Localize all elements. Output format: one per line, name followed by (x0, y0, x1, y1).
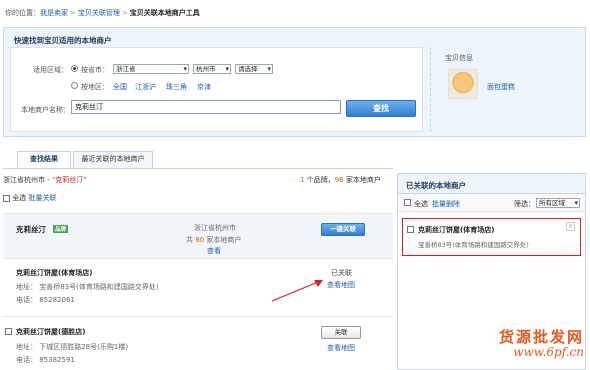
product-link[interactable]: 面包蛋糕 (487, 82, 515, 92)
area-link-jiangzhehu[interactable]: 江浙沪 (135, 82, 156, 92)
brand-row: 克莉丝汀 品牌 浙江省杭州市 共 80 家本地商户 查看 一键关联 (3, 213, 393, 259)
store-name: 克莉丝汀饼屋(体育场店) (16, 269, 93, 277)
link-all-button[interactable]: 一键关联 (321, 223, 365, 236)
watermark-url: www.6pf.cn (513, 345, 584, 360)
watermark: 货源批发网 www.6pf.cn (498, 327, 584, 360)
store-phone: 电话： 85282061 (16, 296, 75, 304)
view-map-link[interactable]: 查看地图 (327, 343, 355, 353)
store-name: 克莉丝汀饼屋(德胜店) (16, 328, 86, 336)
brand-count-suffix: 家本地商户 (204, 236, 242, 244)
brand-badge: 品牌 (53, 225, 69, 233)
area-link-jingjin[interactable]: 京津 (197, 82, 211, 92)
search-panel-title: 快速找到宝贝适用的本地商户 (14, 36, 112, 45)
product-info-title: 宝贝信息 (445, 54, 473, 62)
province-select[interactable]: 浙江省 (113, 64, 189, 74)
batch-remove-link[interactable]: 批量删除 (432, 199, 460, 209)
merchant-count-suffix: 家本地商户 (343, 176, 381, 184)
results-count: 1 个品牌，96 家本地商户 (300, 175, 381, 185)
filter-label: 筛选： (514, 200, 535, 208)
tab-divider (3, 168, 393, 169)
district-value: 请选择 (238, 65, 258, 73)
breadcrumb: 你的位置：我是卖家 > 宝贝关联管理 > 宝贝关联本地商户工具 (5, 8, 200, 18)
linked-panel-title: 已关联的本地商户 (406, 181, 466, 190)
linked-status: 已关联 (331, 269, 352, 277)
breadcrumb-separator: > (70, 9, 76, 17)
breadcrumb-link-relation[interactable]: 宝贝关联管理 (78, 9, 120, 17)
brand-count-prefix: 共 (186, 236, 196, 244)
by-city-label: 按省市： (81, 66, 109, 74)
linked-merchant-card: 克莉丝汀饼屋(体育场店) 宝善桥83号(体育场路和建国路交界处) × (402, 218, 581, 256)
brand-name: 克莉丝汀 (16, 225, 46, 234)
breadcrumb-prefix: 你的位置： (5, 9, 40, 17)
select-all-checkbox[interactable] (3, 194, 10, 202)
filter-select[interactable]: 所有区域 (536, 198, 580, 208)
breadcrumb-link-seller[interactable]: 我是卖家 (40, 9, 68, 17)
search-panel: 快速找到宝贝适用的本地商户 适用区域： 按省市： 浙江省 杭州市 请选择 按地区… (3, 27, 586, 137)
tab-recent-merchants[interactable]: 最近关联的本地商户 (73, 151, 153, 168)
province-value: 浙江省 (116, 65, 136, 73)
search-button[interactable]: 查找 (346, 100, 416, 117)
product-info: 宝贝信息 面包蛋糕 (430, 47, 580, 132)
by-area-label: 按地区： (81, 83, 109, 91)
filter-value: 所有区域 (539, 199, 565, 207)
view-map-link[interactable]: 查看地图 (327, 280, 355, 290)
results-location-text: 浙江省杭州市 - (3, 176, 52, 184)
breadcrumb-current: 宝贝关联本地商户工具 (129, 9, 200, 17)
city-select[interactable]: 杭州市 (193, 64, 231, 74)
batch-link-button[interactable]: 批量关联 (28, 194, 56, 202)
results-location: 浙江省杭州市 - "克莉丝汀" (3, 175, 86, 185)
by-area-radio[interactable] (71, 82, 78, 89)
store-address: 地址： 宝善桥83号(体育场路和建国路交界处) (16, 283, 159, 291)
tab-search-results[interactable]: 查找结果 (17, 151, 71, 169)
linked-panel-toolbar: 全选 批量删除 筛选： 所有区域 (398, 194, 585, 212)
product-thumbnail[interactable] (448, 69, 478, 99)
city-value: 杭州市 (196, 65, 216, 73)
area-link-pearl-delta[interactable]: 珠三角 (166, 82, 187, 92)
watermark-title: 货源批发网 (498, 327, 584, 346)
annotation-arrow-icon (271, 280, 323, 302)
brand-view-link[interactable]: 查看 (207, 246, 221, 256)
by-city-radio[interactable] (71, 65, 78, 72)
region-label: 适用区域： (33, 66, 68, 74)
link-button[interactable]: 关联 (321, 326, 361, 339)
search-form: 适用区域： 按省市： 浙江省 杭州市 请选择 按地区： 全国 江浙沪 珠三角 京… (10, 47, 423, 132)
linked-select-all-checkbox[interactable] (404, 199, 411, 206)
brand-count-suffix: 个品牌， (304, 176, 335, 184)
merchant-search-input[interactable] (71, 100, 341, 114)
linked-select-all-label: 全选 (414, 200, 428, 208)
store-row: 克莉丝汀饼屋(体育场店) 地址： 宝善桥83号(体育场路和建国路交界处) 电话：… (3, 262, 393, 314)
merchant-label: 本地商户名称： (21, 106, 70, 114)
remove-icon[interactable]: × (566, 222, 575, 231)
brand-location: 浙江省杭州市 (194, 224, 236, 232)
district-select[interactable]: 请选择 (235, 64, 273, 74)
linked-merchant-address: 宝善桥83号(体育场路和建国路交界处) (418, 241, 529, 249)
store-phone: 电话： 85382591 (16, 356, 75, 364)
brand-merchant-count: 共 80 家本地商户 (186, 235, 241, 245)
store-checkbox[interactable] (5, 328, 12, 335)
row-divider (3, 316, 393, 317)
breadcrumb-separator: > (121, 9, 128, 17)
linked-merchant-checkbox[interactable] (407, 226, 414, 233)
linked-merchant-name: 克莉丝汀饼屋(体育场店) (418, 226, 495, 234)
area-link-national[interactable]: 全国 (113, 82, 127, 92)
select-all-row: 全选 批量关联 (3, 193, 56, 203)
store-row: 克莉丝汀饼屋(德胜店) 地址： 下城区德胜路28号(乐购1楼) 电话： 8538… (3, 322, 393, 370)
merchant-count: 96 (334, 176, 344, 184)
store-address: 地址： 下城区德胜路28号(乐购1楼) (16, 343, 129, 351)
select-all-label: 全选 (12, 194, 27, 202)
results-keyword: "克莉丝汀" (51, 176, 87, 184)
linked-panel-header: 已关联的本地商户 (398, 174, 585, 194)
brand-count-value: 80 (195, 236, 205, 244)
